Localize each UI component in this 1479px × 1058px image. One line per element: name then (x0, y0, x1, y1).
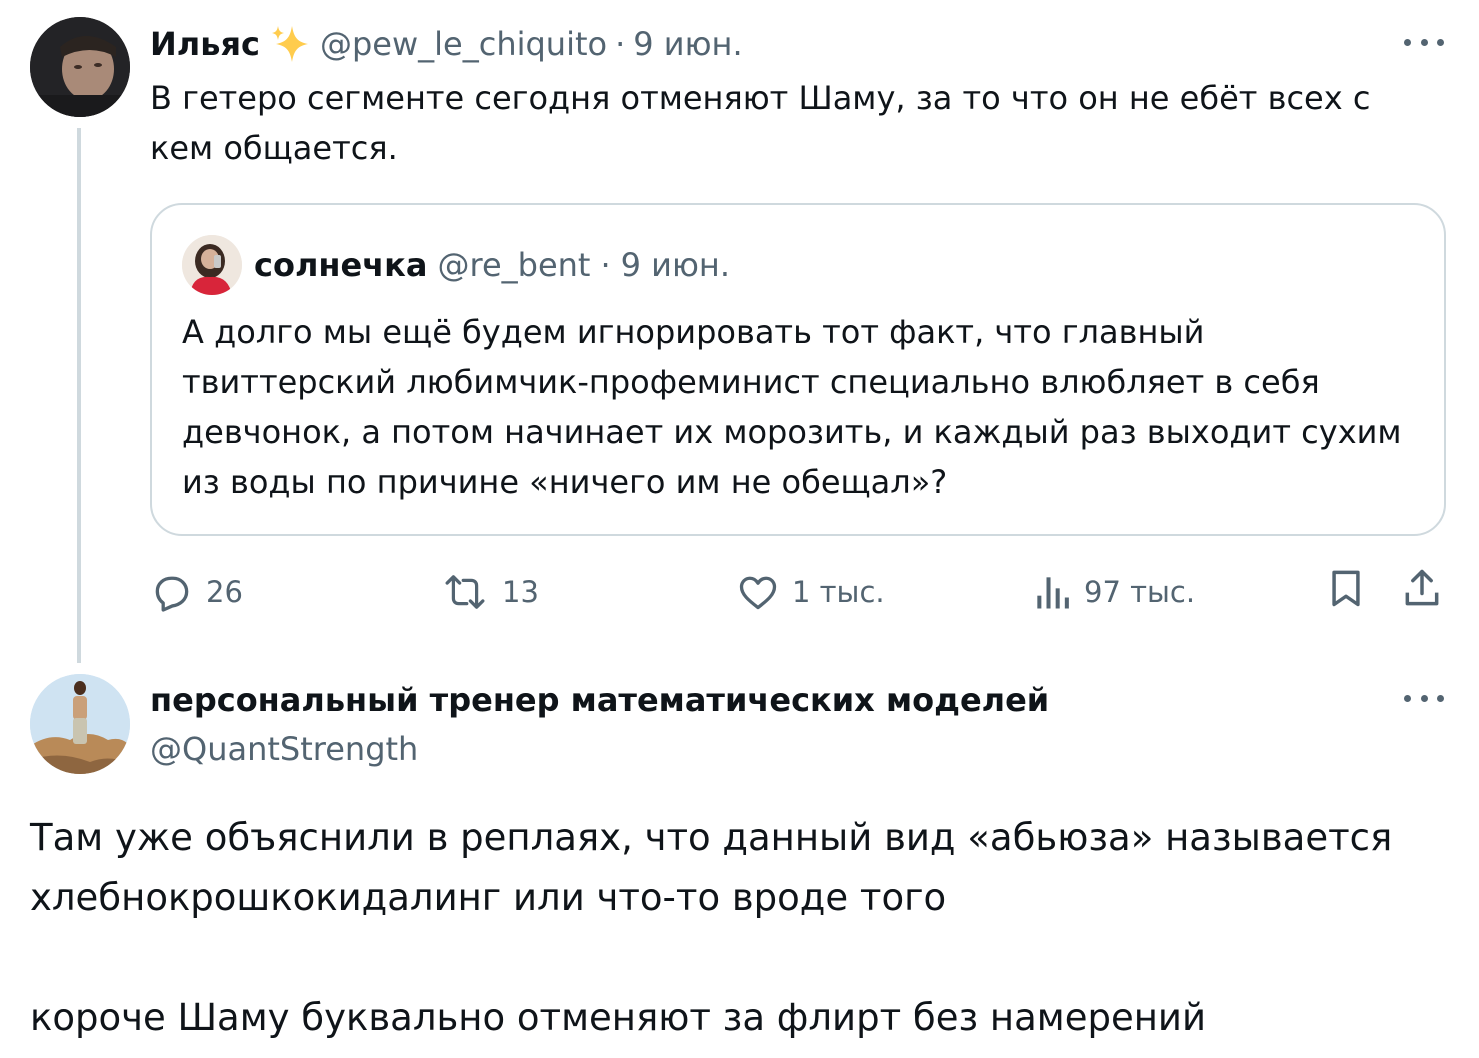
avatar-photo (30, 674, 130, 774)
avatar-photo (30, 17, 130, 117)
reply-author-name[interactable]: персональный тренер математических модел… (150, 678, 1049, 722)
share-button[interactable] (1400, 566, 1444, 610)
like-icon (739, 576, 777, 610)
reply-author-handle[interactable]: @QuantStrength (150, 727, 418, 771)
separator-dot: · (600, 246, 611, 284)
separator-dot: · (615, 25, 626, 63)
quoted-header: солнечка @re_bent · 9 июн. (254, 243, 730, 287)
views-count: 97 тыс. (1084, 575, 1196, 609)
reply-icon (155, 576, 189, 612)
more-icon[interactable] (1404, 692, 1444, 704)
author-name[interactable]: Ильяс (150, 24, 260, 64)
thread-line (77, 128, 81, 663)
reply-paragraph: короче Шаму буквально отменяют за флирт … (30, 996, 1206, 1039)
like-count: 1 тыс. (792, 575, 885, 609)
quoted-date: 9 июн. (620, 246, 730, 284)
author-avatar[interactable] (30, 17, 130, 117)
quoted-tweet[interactable]: солнечка @re_bent · 9 июн. А долго мы ещ… (150, 203, 1446, 536)
repost-button[interactable]: 13 (440, 566, 539, 618)
bookmark-button[interactable] (1324, 566, 1368, 610)
tweet-date[interactable]: 9 июн. (633, 24, 742, 64)
reply-button[interactable]: 26 (150, 566, 243, 618)
tweet-text: В гетеро сегменте сегодня отменяют Шаму,… (150, 79, 1371, 167)
quoted-author-handle: @re_bent (437, 246, 591, 284)
quoted-author-name: солнечка (254, 246, 428, 284)
repost-count: 13 (502, 575, 539, 609)
quoted-author-avatar (182, 235, 242, 295)
action-bar: 26 13 1 тыс. 97 тыс. (150, 566, 1446, 618)
more-icon[interactable] (1404, 36, 1444, 48)
repost-icon (445, 575, 485, 609)
sparkle-emoji (271, 26, 308, 62)
reply-author-avatar[interactable] (30, 674, 130, 774)
quoted-text: А долго мы ещё будем игнорировать тот фа… (182, 313, 1402, 501)
share-icon (1405, 569, 1439, 606)
reply-text: Там уже объяснили в реплаях, что данный … (30, 808, 1450, 1048)
reply-count: 26 (206, 575, 243, 609)
author-handle[interactable]: @pew_le_chiquito (320, 24, 607, 64)
views-icon (1037, 577, 1069, 609)
reply-paragraph: Там уже объяснили в реплаях, что данный … (30, 816, 1393, 919)
like-button[interactable]: 1 тыс. (736, 566, 885, 618)
views-button[interactable]: 97 тыс. (1032, 566, 1195, 618)
bookmark-icon (1332, 570, 1360, 607)
tweet-header: Ильяс @pew_le_chiquito · 9 июн. (150, 22, 743, 66)
